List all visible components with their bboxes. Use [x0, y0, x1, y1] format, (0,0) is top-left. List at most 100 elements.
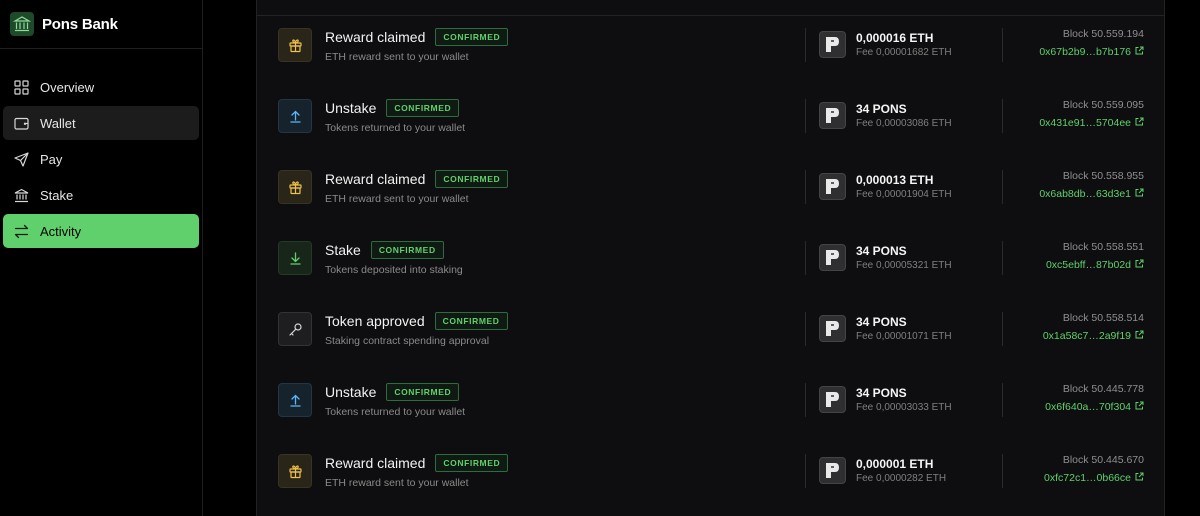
arrows-swap-icon — [13, 223, 29, 239]
column-divider — [1002, 454, 1003, 488]
activity-row[interactable]: Unstake CONFIRMED Tokens returned to you… — [257, 364, 1164, 435]
brand[interactable]: Pons Bank — [0, 0, 202, 49]
tx-hash: 0xc5ebff…87b02d — [1045, 259, 1131, 271]
gift-icon — [278, 170, 312, 204]
external-link-icon — [1135, 117, 1144, 129]
grid-icon — [13, 79, 29, 95]
column-divider — [805, 241, 806, 275]
column-divider — [805, 170, 806, 204]
tx-hash-link[interactable]: 0x6f640a…70f304 — [1045, 401, 1144, 413]
tx-title: Reward claimed — [325, 29, 426, 45]
tx-subtitle: Staking contract spending approval — [325, 335, 490, 347]
tx-hash-link[interactable]: 0xfc72c1…0b66ce — [1044, 472, 1144, 484]
tx-amount: 0,000001 ETH — [856, 457, 934, 471]
sidebar-nav: Overview Wallet Pay Stake Activity — [0, 49, 202, 248]
column-divider — [805, 28, 806, 62]
column-divider — [1002, 383, 1003, 417]
bank-building-icon — [10, 12, 34, 36]
tx-title: Reward claimed — [325, 171, 426, 187]
status-badge: CONFIRMED — [370, 241, 444, 259]
tx-hash: 0x1a58c7…2a9f19 — [1042, 330, 1131, 342]
external-link-icon — [1135, 259, 1144, 271]
activity-row[interactable]: Reward claimed CONFIRMED ETH reward sent… — [257, 9, 1164, 80]
block-number: Block 50.558.551 — [1062, 241, 1144, 253]
tx-hash-link[interactable]: 0x6ab8db…63d3e1 — [1039, 188, 1144, 200]
sidebar-item-overview[interactable]: Overview — [3, 70, 199, 104]
tx-subtitle: Tokens returned to your wallet — [325, 406, 466, 418]
tx-amount: 34 PONS — [856, 244, 907, 258]
tx-subtitle: Tokens deposited into staking — [325, 264, 463, 276]
column-divider — [805, 454, 806, 488]
arrow-up-icon — [278, 383, 312, 417]
sidebar-item-label: Pay — [40, 151, 63, 167]
activity-row[interactable]: Reward claimed CONFIRMED ETH reward sent… — [257, 435, 1164, 506]
pons-token-icon — [819, 244, 846, 271]
sidebar-item-stake[interactable]: Stake — [3, 178, 199, 212]
status-badge: CONFIRMED — [434, 312, 508, 330]
arrow-up-icon — [278, 99, 312, 133]
tx-amount: 34 PONS — [856, 315, 907, 329]
column-divider — [1002, 99, 1003, 133]
tx-subtitle: ETH reward sent to your wallet — [325, 477, 469, 489]
tx-hash: 0x67b2b9…b7b176 — [1039, 46, 1131, 58]
block-number: Block 50.445.778 — [1062, 383, 1144, 395]
tx-fee: Fee 0,00001071 ETH — [856, 331, 952, 342]
tx-hash: 0x431e91…5704ee — [1039, 117, 1131, 129]
pons-token-icon — [819, 457, 846, 484]
tx-hash-link[interactable]: 0x1a58c7…2a9f19 — [1043, 330, 1144, 342]
tx-hash: 0x6ab8db…63d3e1 — [1039, 188, 1131, 200]
tx-hash: 0x6f640a…70f304 — [1045, 401, 1131, 413]
pons-token-icon — [819, 173, 846, 200]
status-badge: CONFIRMED — [435, 454, 509, 472]
external-link-icon — [1135, 46, 1144, 58]
sidebar-item-label: Activity — [40, 223, 82, 239]
block-number: Block 50.559.095 — [1062, 99, 1144, 111]
tx-title: Reward claimed — [325, 455, 426, 471]
sidebar-item-activity[interactable]: Activity — [3, 214, 199, 248]
activity-row[interactable]: Unstake CONFIRMED Tokens returned to you… — [257, 80, 1164, 151]
tx-fee: Fee 0,00005321 ETH — [856, 260, 952, 271]
tx-fee: Fee 0,00001682 ETH — [856, 47, 952, 58]
block-number: Block 50.559.194 — [1062, 28, 1144, 40]
tx-hash-link[interactable]: 0x67b2b9…b7b176 — [1039, 46, 1144, 58]
sidebar-item-wallet[interactable]: Wallet — [3, 106, 199, 140]
external-link-icon — [1135, 401, 1144, 413]
tx-title: Unstake — [325, 100, 377, 116]
send-icon — [13, 151, 29, 167]
column-divider — [805, 383, 806, 417]
activity-panel: Reward claimed CONFIRMED ETH reward sent… — [256, 0, 1165, 516]
brand-name: Pons Bank — [42, 15, 118, 33]
column-divider — [1002, 28, 1003, 62]
status-badge: CONFIRMED — [435, 28, 509, 46]
sidebar-item-label: Stake — [40, 187, 74, 203]
tx-hash-link[interactable]: 0xc5ebff…87b02d — [1046, 259, 1144, 271]
tx-fee: Fee 0,00003086 ETH — [856, 118, 952, 129]
column-divider — [805, 99, 806, 133]
pons-token-icon — [819, 102, 846, 129]
tx-fee: Fee 0,00001904 ETH — [856, 189, 952, 200]
key-icon — [278, 312, 312, 346]
status-badge: CONFIRMED — [386, 383, 460, 401]
tx-hash-link[interactable]: 0x431e91…5704ee — [1039, 117, 1144, 129]
block-number: Block 50.558.514 — [1062, 312, 1144, 324]
activity-row[interactable]: Reward claimed CONFIRMED ETH reward sent… — [257, 151, 1164, 222]
tx-amount: 0,000013 ETH — [856, 173, 934, 187]
external-link-icon — [1135, 330, 1144, 342]
tx-subtitle: ETH reward sent to your wallet — [325, 51, 469, 63]
tx-title: Token approved — [325, 313, 425, 329]
gift-icon — [278, 454, 312, 488]
gift-icon — [278, 28, 312, 62]
tx-amount: 34 PONS — [856, 102, 907, 116]
block-number: Block 50.445.670 — [1062, 454, 1144, 466]
column-divider — [805, 312, 806, 346]
external-link-icon — [1135, 188, 1144, 200]
sidebar-item-pay[interactable]: Pay — [3, 142, 199, 176]
wallet-icon — [13, 115, 29, 131]
sidebar-item-label: Wallet — [40, 115, 76, 131]
arrow-down-icon — [278, 241, 312, 275]
activity-row[interactable]: Stake CONFIRMED Tokens deposited into st… — [257, 222, 1164, 293]
sidebar: Pons Bank Overview Wallet Pay Stake Acti… — [0, 0, 203, 516]
status-badge: CONFIRMED — [435, 170, 509, 188]
activity-row[interactable]: Token approved CONFIRMED Staking contrac… — [257, 293, 1164, 364]
tx-amount: 34 PONS — [856, 386, 907, 400]
